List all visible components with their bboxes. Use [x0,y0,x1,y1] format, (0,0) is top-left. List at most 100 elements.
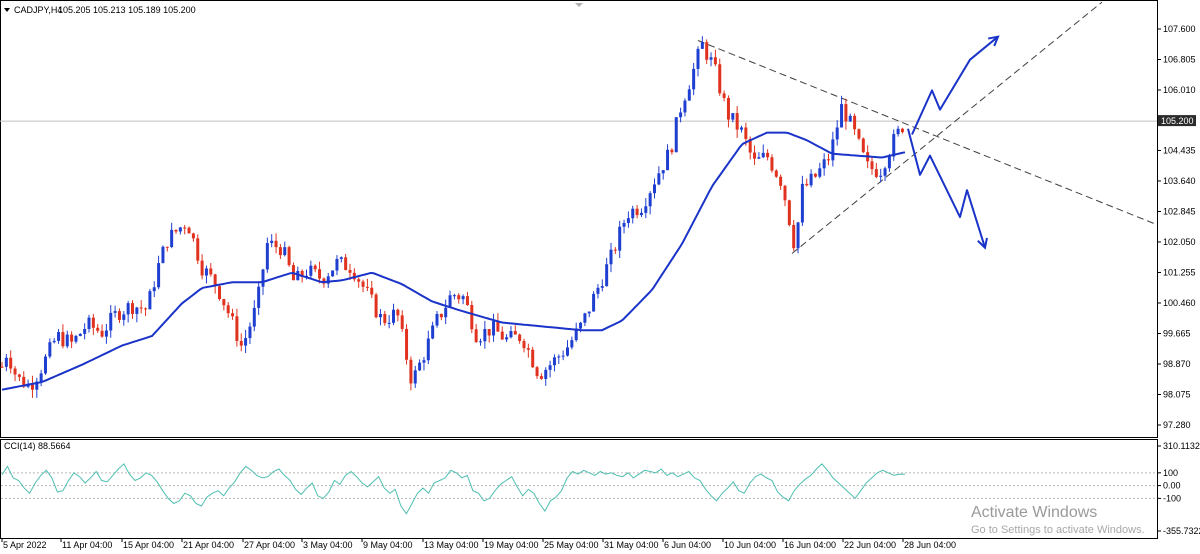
time-tick-label: 31 May 04:00 [604,540,659,550]
candle-body [844,104,848,122]
candle-body [592,293,596,312]
candle-body [461,296,465,300]
candle-body [165,246,169,248]
candle-body [700,42,704,49]
candle-body [174,229,178,232]
candle-body [126,303,130,315]
candle-body [161,246,165,264]
candle-body [17,374,21,377]
candle-body [474,329,478,343]
candle-body [339,257,343,259]
candle-body [61,332,65,347]
candle-body [787,200,791,225]
price-tick-label: 106.805 [1163,55,1196,65]
candle-body [883,168,887,176]
time-tick-label: 6 Jun 04:00 [664,540,711,550]
candle-body [687,89,691,101]
candle-body [792,224,796,249]
price-tick-label: 98.870 [1163,359,1191,369]
candle-body [396,309,400,316]
candle-body [91,317,95,328]
candle-body [374,294,378,318]
candle-body [718,64,722,94]
candle-body [348,270,352,273]
price-axis: 107.600106.805106.010105.215104.435103.6… [1157,24,1196,430]
candle-body [178,227,182,232]
candle-body [9,357,13,369]
candle-body [39,373,43,382]
candle-body [331,270,335,277]
time-tick-label: 9 May 04:00 [363,540,413,550]
candle-body [779,176,783,186]
trading-chart[interactable]: CADJPY,H4 105.205 105.213 105.189 105.20… [0,0,1200,554]
candle-body [235,316,239,341]
candle-body [357,279,361,282]
candle-body [239,340,243,346]
candle-body [479,341,482,343]
time-axis: 5 Apr 2022 11 Apr 04:00 15 Apr 04:00 21 Apr… [1,538,956,550]
candle-body [731,113,735,120]
ohlc-values: 105.205 105.213 105.189 105.200 [58,5,196,15]
candle-body [270,240,274,244]
candle-body [200,260,204,276]
price-tick-label: 100.460 [1163,298,1196,308]
candle-body [892,134,896,157]
candle-body [335,258,339,271]
candle-body [827,159,830,161]
candle-body [218,286,221,300]
candle-body [431,325,435,339]
candle-body [818,168,822,177]
activate-windows-title: Activate Windows [971,504,1097,521]
candle-body [774,170,778,177]
candle-body [487,329,491,336]
candle-body [874,169,878,177]
candle-body [535,367,539,377]
price-tick-label: 104.435 [1163,145,1196,155]
candle-body [48,342,52,357]
time-tick-label: 3 May 04:00 [303,540,353,550]
candle-body [513,331,517,335]
candle-body [696,48,700,69]
candle-body [552,357,556,366]
candle-body [618,226,622,251]
candle-body [361,281,365,287]
time-tick-label: 28 Jun 04:00 [904,540,956,550]
candle-body [900,128,904,133]
candle-body [222,299,226,306]
candle-body [278,247,282,256]
candle-body [57,332,61,341]
candle-body [753,152,757,159]
candle-body [113,311,117,313]
cci-tick-label: 310.1132 [1163,441,1200,451]
cci-tick-label: -100 [1163,493,1181,503]
candle-body [644,206,648,213]
candle-body [726,98,730,120]
candle-body [418,362,422,371]
candle-body [657,173,661,185]
candle-body [613,249,617,251]
candle-body [557,356,561,358]
candle-body [666,149,670,171]
candle-body [840,104,844,128]
candle-body [139,307,143,309]
candle-body [822,159,826,169]
candle-body [848,115,852,122]
candle-body [44,356,47,374]
candle-body [248,326,252,339]
candle-body [148,291,152,310]
time-tick-label: 11 Apr 04:00 [62,540,112,550]
candle-body [596,287,600,294]
candle-body [722,93,726,99]
candle-body [661,170,665,174]
candle-body [392,309,395,323]
candle-body [674,117,678,153]
candle-body [439,313,443,318]
candle-body [400,315,404,329]
cci-tick-label: -355.7322 [1163,526,1200,536]
candle-body [378,313,382,318]
candle-body [609,249,613,265]
candle-body [144,308,148,310]
candle-body [861,138,865,153]
time-tick-label: 27 Apr 04:00 [244,540,295,550]
candle-body [483,329,487,342]
